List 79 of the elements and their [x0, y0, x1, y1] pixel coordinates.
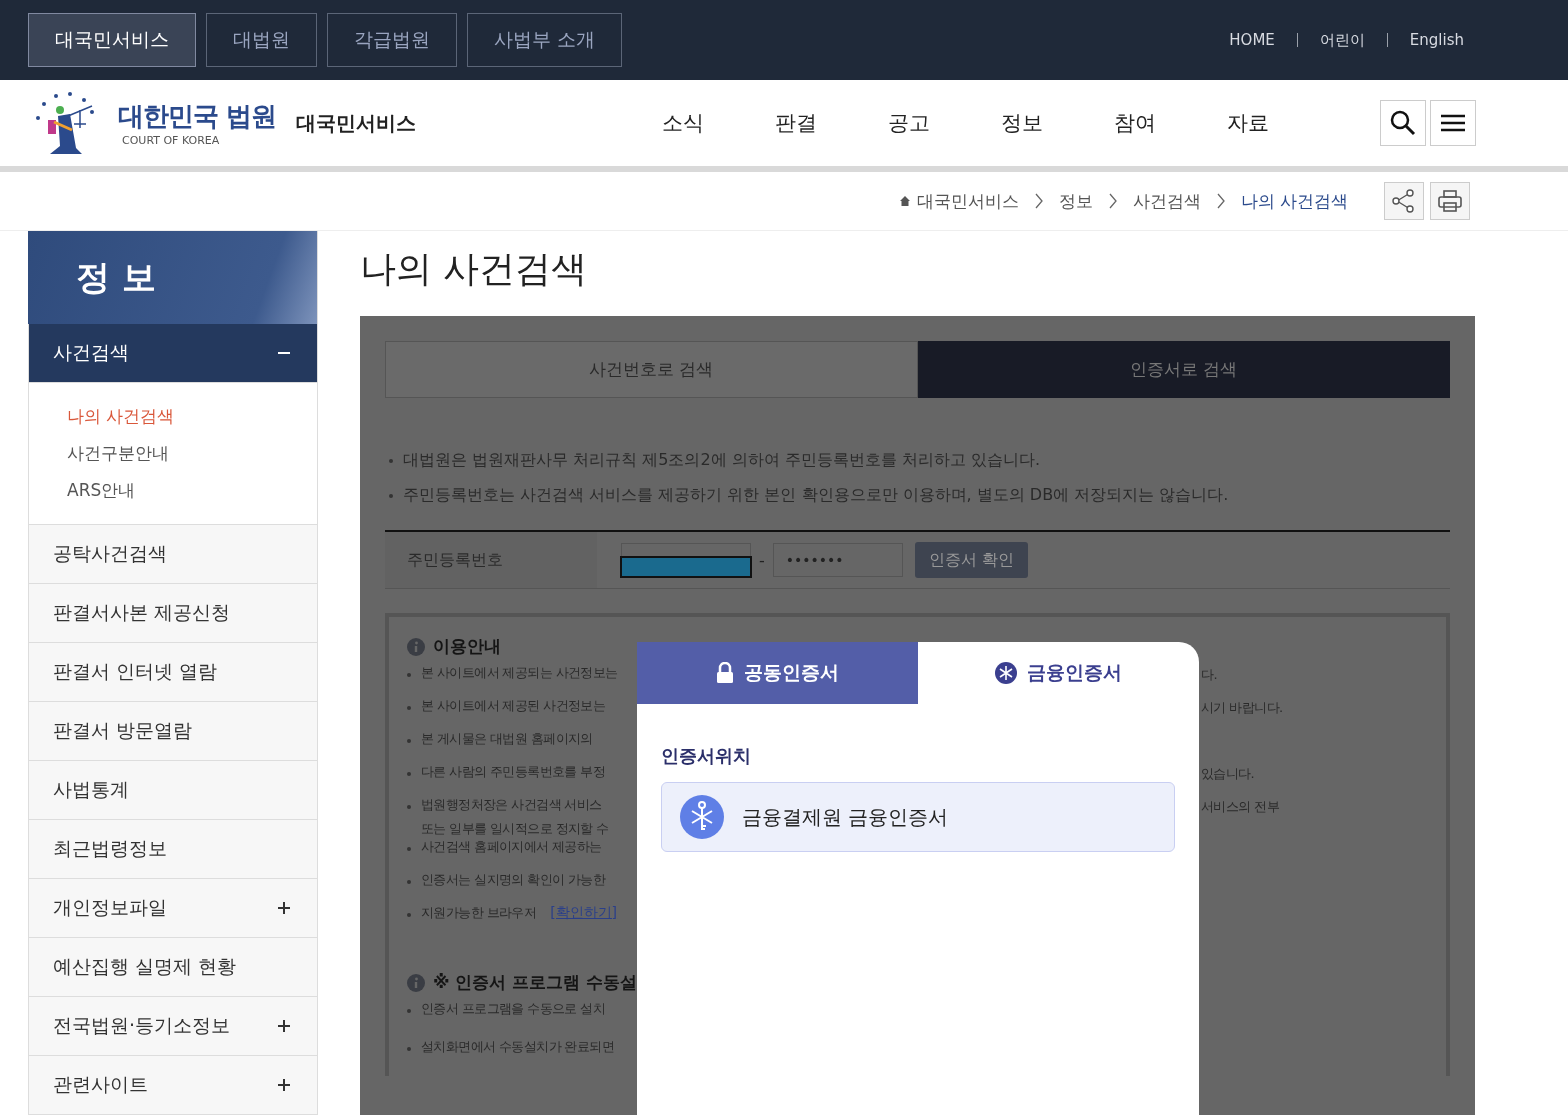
guide-text: 설치화면에서 수동설치가 완료되면 [421, 1038, 615, 1056]
sidebar-item[interactable]: 관련사이트 [28, 1056, 317, 1115]
notice-text: 주민등록번호는 사건검색 서비스를 제공하기 위한 본인 확인용으로만 이용하며, 별도의 DB에 저장되지는 않습니다. [403, 485, 1229, 506]
info-icon [407, 637, 425, 656]
sidebar-subitem[interactable]: 사건구분안내 [67, 442, 317, 465]
breadcrumb-link[interactable]: 나의 사건검색 [1240, 189, 1348, 213]
sidebar-item[interactable]: 공탁사건검색 [28, 525, 317, 584]
printer-icon [1437, 189, 1463, 213]
nav-link[interactable]: 판결 [775, 109, 888, 137]
chevron-icon [1034, 193, 1043, 209]
page-title: 나의 사건검색 [360, 247, 589, 291]
input-field[interactable] [621, 543, 751, 577]
guide-text: 지원가능한 브라우저 [421, 904, 537, 922]
breadcrumb-link[interactable]: 대국민서비스 [916, 189, 1019, 213]
site-tab[interactable]: 각급법원 [327, 13, 457, 67]
guide-text: 사건검색 홈페이지에서 제공하는 [421, 838, 602, 856]
nav-link[interactable]: 소식 [662, 109, 775, 137]
guide-text: 다. [1201, 667, 1217, 682]
sidebar-item[interactable]: 개인정보파일 [28, 879, 317, 938]
top-link[interactable]: English [1409, 31, 1464, 49]
guide-text: 서비스의 전부 [1201, 799, 1279, 814]
menu-icon [1440, 113, 1466, 133]
sidebar-item[interactable]: 전국법원·등기소정보 [28, 997, 317, 1056]
guide-text: 법원행정처장은 사건검색 서비스 [421, 796, 602, 814]
search-icon [1389, 109, 1417, 137]
chevron-icon [1108, 193, 1117, 209]
lock-icon [716, 662, 734, 684]
guide-text: 본 사이트에서 제공되는 사건정보는 [421, 664, 618, 682]
menu-button[interactable] [1430, 100, 1476, 146]
top-link[interactable]: 어린이 [1319, 30, 1365, 50]
sidebar-item[interactable]: 사법통계 [28, 761, 317, 820]
service-name: 대국민서비스 [296, 109, 417, 137]
guide-text: 있습니다. [1201, 766, 1255, 781]
sidebar-item[interactable]: 최근법령정보 [28, 820, 317, 879]
guide-title: 이용안내 [433, 635, 501, 658]
nav-link[interactable]: 정보 [1001, 109, 1114, 137]
breadcrumb-link[interactable]: 사건검색 [1132, 189, 1201, 213]
chevron-icon [1216, 193, 1225, 209]
home-icon [898, 195, 911, 207]
section-title: 인증서위치 [661, 744, 752, 768]
sidebar-title: 정 보 [76, 255, 156, 299]
certificate-tab[interactable]: 금융인증서 [918, 642, 1199, 704]
site-tab[interactable]: 대법원 [206, 13, 317, 67]
notice-text: 대법원은 법원재판사무 처리규칙 제5조의2에 의하여 주민등록번호를 처리하고 있습니다. [403, 450, 1041, 471]
nav-link[interactable]: 공고 [888, 109, 1001, 137]
share-button[interactable] [1384, 182, 1424, 220]
snowflake-key-icon [995, 662, 1017, 684]
nav-link[interactable]: 참여 [1114, 109, 1227, 137]
sidebar-item[interactable]: 판결서 인터넷 열람 [28, 643, 317, 702]
share-icon [1391, 189, 1417, 213]
search-button[interactable] [1380, 100, 1426, 146]
guide-text: 본 게시물은 대법원 홈페이지의 [421, 730, 593, 748]
top-link[interactable]: HOME [1229, 31, 1275, 49]
sidebar-subitem[interactable]: 나의 사건검색 [67, 405, 317, 428]
guide-text: 인증서는 실지명의 확인이 가능한 [421, 871, 606, 889]
guide-text: 또는 일부를 일시적으로 정지할 수 [421, 820, 609, 838]
site-tab[interactable]: 대국민서비스 [28, 13, 196, 67]
nav-link[interactable]: 자료 [1227, 109, 1340, 137]
guide-text: 본 사이트에서 제공된 사건정보는 [421, 697, 606, 715]
search-tab[interactable]: 인증서로 검색 [917, 341, 1450, 398]
print-button[interactable] [1430, 182, 1470, 220]
sidebar-item[interactable]: 판결서 방문열람 [28, 702, 317, 761]
certificate-location-option[interactable]: 금융결제원 금융인증서 [661, 782, 1175, 852]
logo-subtitle: COURT OF KOREA [122, 134, 221, 147]
sidebar-item[interactable]: 예산집행 실명제 현황 [28, 938, 317, 997]
guide-text: 시기 바랍니다. [1201, 700, 1283, 715]
snowflake-key-icon [680, 795, 724, 839]
guide-title: ※ 인증서 프로그램 수동설 [433, 971, 638, 994]
sidebar-subitem[interactable]: ARS안내 [67, 479, 317, 502]
logo-title: 대한민국 법원 [118, 100, 277, 133]
sidebar-item[interactable]: 사건검색 [28, 324, 317, 383]
guide-text: 인증서 프로그램을 수동으로 설치 [421, 1000, 606, 1018]
form-label: 주민등록번호 [385, 532, 597, 588]
separator-text: - [759, 550, 765, 570]
info-icon [407, 973, 425, 992]
breadcrumb-link[interactable]: 정보 [1058, 189, 1093, 213]
site-tab[interactable]: 사법부 소개 [467, 13, 623, 67]
sidebar-item[interactable]: 판결서사본 제공신청 [28, 584, 317, 643]
certificate-tab[interactable]: 공동인증서 [637, 642, 918, 704]
